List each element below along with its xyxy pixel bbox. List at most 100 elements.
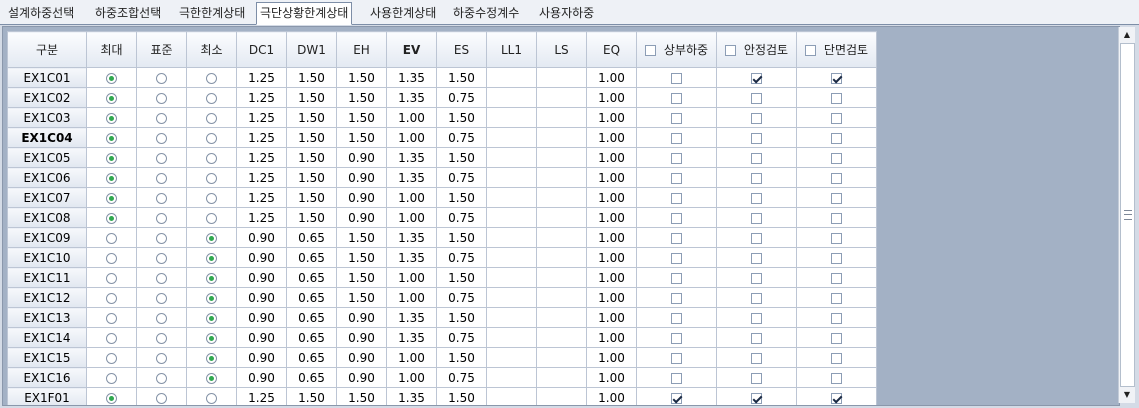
section-all-checkbox[interactable] <box>804 45 816 56</box>
tab-7[interactable]: 사용자하중 <box>539 4 594 23</box>
cell-ev[interactable]: 1.35 <box>386 247 437 268</box>
cell-ev[interactable]: 1.00 <box>386 127 437 148</box>
scroll-down-arrow-icon[interactable]: ▼ <box>1120 388 1134 402</box>
checkbox-section[interactable] <box>831 392 842 404</box>
cell-eq[interactable]: 1.00 <box>586 227 637 248</box>
col-header-ls[interactable]: LS <box>536 31 587 68</box>
scroll-up-arrow-icon[interactable]: ▲ <box>1120 28 1134 42</box>
row-header-cell[interactable]: EX1C11 <box>7 267 87 288</box>
cell-es[interactable]: 1.50 <box>436 107 487 128</box>
cell-eq[interactable]: 1.00 <box>586 67 637 88</box>
cell-eh[interactable]: 0.90 <box>336 207 387 228</box>
cell-dw1[interactable]: 0.65 <box>286 367 337 388</box>
radio-min[interactable] <box>206 372 217 384</box>
cell-eh[interactable]: 1.50 <box>336 127 387 148</box>
checkbox-stability[interactable] <box>751 232 762 244</box>
cell-ev[interactable]: 1.35 <box>386 387 437 405</box>
cell-dc1[interactable]: 1.25 <box>236 107 287 128</box>
cell-ll1[interactable] <box>486 267 537 288</box>
radio-min[interactable] <box>206 72 217 84</box>
cell-eh[interactable]: 1.50 <box>336 67 387 88</box>
table-row[interactable]: EX1C13 0.90 0.65 0.90 1.35 1.50 1.00 <box>7 307 877 328</box>
radio-min[interactable] <box>206 252 217 264</box>
cell-dc1[interactable]: 1.25 <box>236 387 287 405</box>
tab-5[interactable]: 사용한계상태 <box>370 4 436 23</box>
row-header-cell[interactable]: EX1C10 <box>7 247 87 268</box>
cell-ev[interactable]: 1.35 <box>386 227 437 248</box>
table-row[interactable]: EX1C06 1.25 1.50 0.90 1.35 0.75 1.00 <box>7 167 877 188</box>
col-header-std[interactable]: 표준 <box>136 31 187 68</box>
row-header-cell[interactable]: EX1C16 <box>7 367 87 388</box>
table-row[interactable]: EX1C12 0.90 0.65 1.50 1.00 0.75 1.00 <box>7 287 877 308</box>
row-header-cell[interactable]: EX1F01 <box>7 387 87 405</box>
radio-max[interactable] <box>106 352 117 364</box>
cell-es[interactable]: 1.50 <box>436 307 487 328</box>
cell-ls[interactable] <box>536 147 587 168</box>
col-header-gubun[interactable]: 구분 <box>7 31 87 68</box>
cell-eq[interactable]: 1.00 <box>586 387 637 405</box>
checkbox-upper[interactable] <box>671 172 682 184</box>
col-header-ev[interactable]: EV <box>386 31 437 68</box>
cell-ls[interactable] <box>536 367 587 388</box>
radio-max[interactable] <box>106 372 117 384</box>
cell-es[interactable]: 1.50 <box>436 227 487 248</box>
cell-dw1[interactable]: 1.50 <box>286 167 337 188</box>
cell-es[interactable]: 0.75 <box>436 367 487 388</box>
checkbox-section[interactable] <box>831 212 842 224</box>
checkbox-stability[interactable] <box>751 172 762 184</box>
cell-dc1[interactable]: 0.90 <box>236 247 287 268</box>
checkbox-upper[interactable] <box>671 212 682 224</box>
cell-ls[interactable] <box>536 287 587 308</box>
radio-max[interactable] <box>106 332 117 344</box>
radio-min[interactable] <box>206 292 217 304</box>
radio-std[interactable] <box>156 92 167 104</box>
cell-ls[interactable] <box>536 267 587 288</box>
radio-std[interactable] <box>156 72 167 84</box>
table-row[interactable]: EX1C10 0.90 0.65 1.50 1.35 0.75 1.00 <box>7 247 877 268</box>
radio-std[interactable] <box>156 372 167 384</box>
cell-ll1[interactable] <box>486 147 537 168</box>
checkbox-upper[interactable] <box>671 112 682 124</box>
row-header-cell[interactable]: EX1C12 <box>7 287 87 308</box>
cell-eh[interactable]: 1.50 <box>336 387 387 405</box>
checkbox-upper[interactable] <box>671 92 682 104</box>
cell-ll1[interactable] <box>486 127 537 148</box>
radio-min[interactable] <box>206 132 217 144</box>
cell-eh[interactable]: 0.90 <box>336 307 387 328</box>
table-row[interactable]: EX1C16 0.90 0.65 0.90 1.00 0.75 1.00 <box>7 367 877 388</box>
cell-dw1[interactable]: 0.65 <box>286 287 337 308</box>
cell-eh[interactable]: 0.90 <box>336 167 387 188</box>
radio-max[interactable] <box>106 132 117 144</box>
cell-es[interactable]: 1.50 <box>436 147 487 168</box>
cell-dc1[interactable]: 1.25 <box>236 187 287 208</box>
cell-dc1[interactable]: 1.25 <box>236 207 287 228</box>
tab-6[interactable]: 하중수정계수 <box>453 4 519 23</box>
cell-dc1[interactable]: 0.90 <box>236 307 287 328</box>
cell-ls[interactable] <box>536 387 587 405</box>
cell-eh[interactable]: 0.90 <box>336 347 387 368</box>
cell-dw1[interactable]: 1.50 <box>286 87 337 108</box>
radio-std[interactable] <box>156 292 167 304</box>
cell-ll1[interactable] <box>486 227 537 248</box>
cell-ev[interactable]: 1.00 <box>386 187 437 208</box>
radio-min[interactable] <box>206 392 217 404</box>
tab-2[interactable]: 하중조합선택 <box>95 4 161 23</box>
checkbox-section[interactable] <box>831 252 842 264</box>
checkbox-section[interactable] <box>831 332 842 344</box>
radio-std[interactable] <box>156 352 167 364</box>
cell-es[interactable]: 1.50 <box>436 387 487 405</box>
cell-eq[interactable]: 1.00 <box>586 287 637 308</box>
cell-dw1[interactable]: 1.50 <box>286 387 337 405</box>
checkbox-upper[interactable] <box>671 332 682 344</box>
cell-ev[interactable]: 1.35 <box>386 87 437 108</box>
cell-ls[interactable] <box>536 247 587 268</box>
checkbox-upper[interactable] <box>671 152 682 164</box>
checkbox-section[interactable] <box>831 72 842 84</box>
checkbox-upper[interactable] <box>671 132 682 144</box>
col-header-es[interactable]: ES <box>436 31 487 68</box>
cell-es[interactable]: 0.75 <box>436 287 487 308</box>
col-header-dw1[interactable]: DW1 <box>286 31 337 68</box>
checkbox-upper[interactable] <box>671 192 682 204</box>
radio-min[interactable] <box>206 332 217 344</box>
radio-std[interactable] <box>156 332 167 344</box>
